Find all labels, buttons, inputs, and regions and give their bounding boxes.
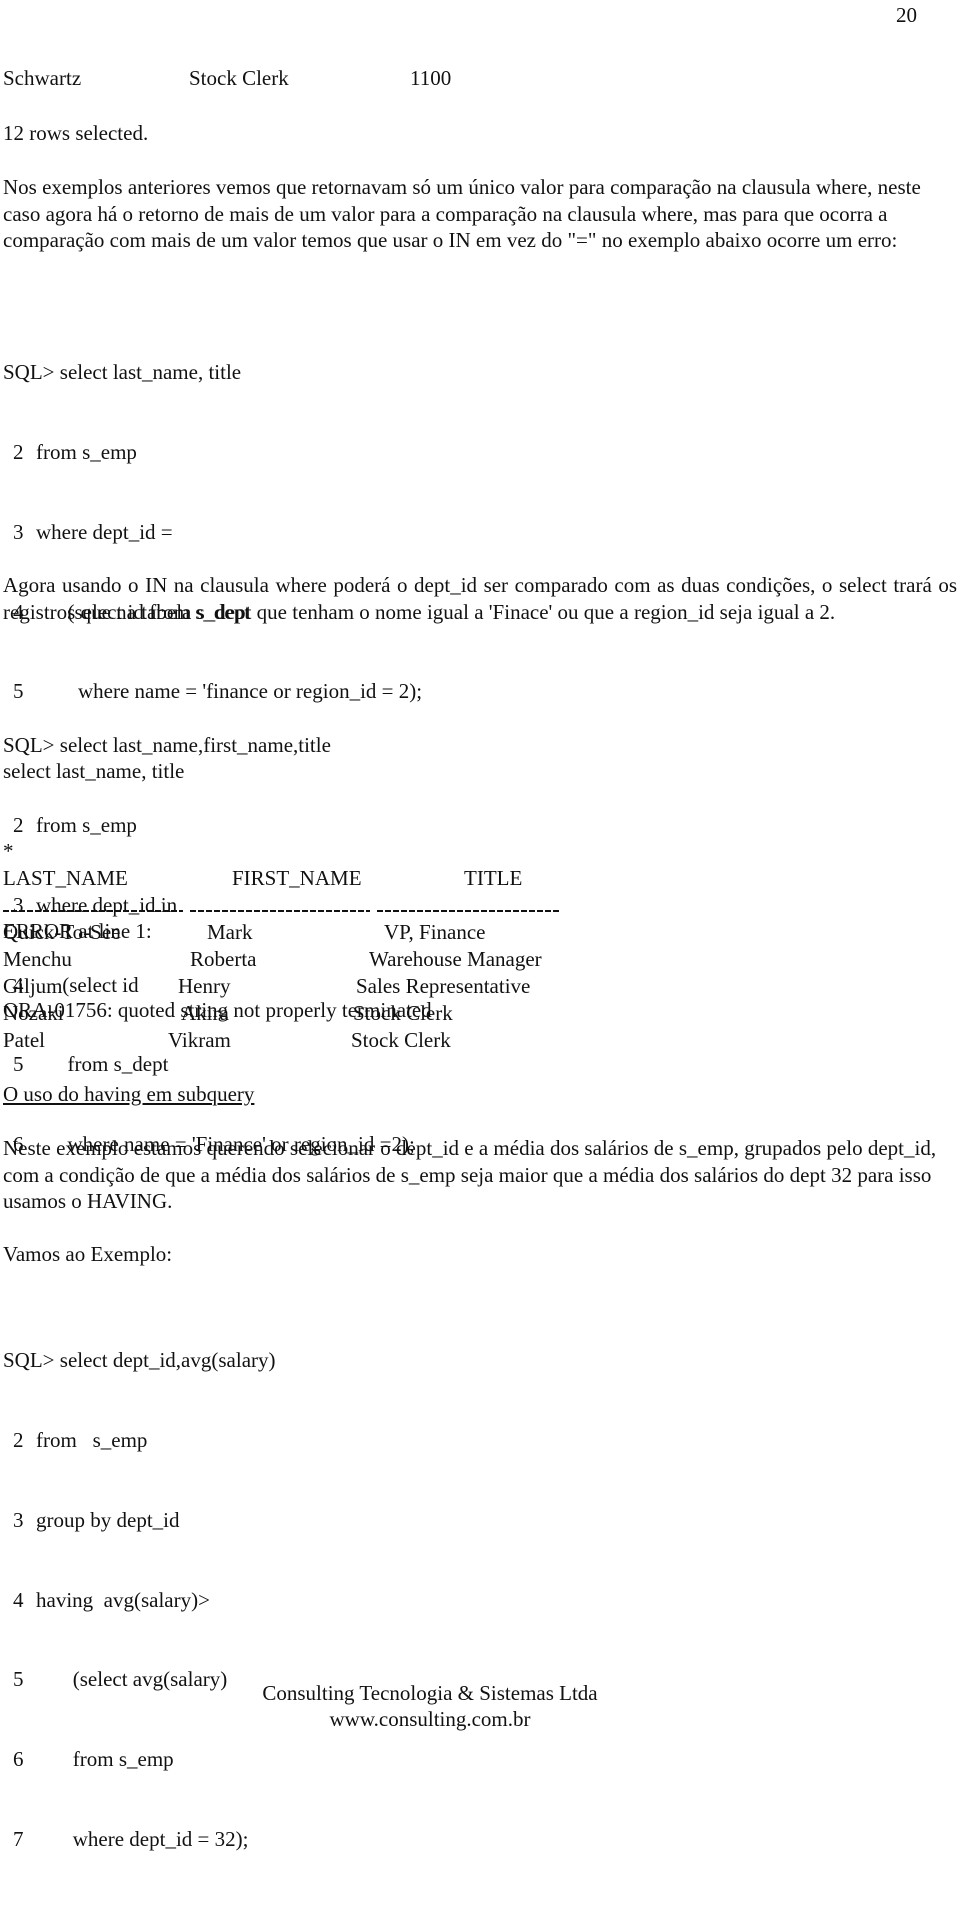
table-separator bbox=[0, 910, 620, 912]
rows-selected-text: 12 rows selected. bbox=[3, 121, 149, 145]
cell-title: Stock Clerk bbox=[189, 66, 289, 90]
sql-line: 6 from s_emp bbox=[13, 1747, 174, 1772]
sql-line: 2 from s_emp bbox=[13, 1427, 148, 1452]
footer-company: Consulting Tecnologia & Sistemas Ltda bbox=[262, 1681, 598, 1705]
footer: Consulting Tecnologia & Sistemas Ltda ww… bbox=[0, 1680, 860, 1732]
separator-dashes bbox=[190, 910, 370, 912]
footer-website[interactable]: www.consulting.com.br bbox=[0, 1706, 860, 1732]
cell-title: Stock Clerk bbox=[351, 1028, 451, 1052]
cell-title: Stock Clerk bbox=[353, 1001, 453, 1025]
cell-last-name: Schwartz bbox=[3, 66, 82, 90]
sql-line: 4 having avg(salary)> bbox=[13, 1587, 210, 1612]
sql-line: 3 where dept_id in bbox=[13, 892, 178, 917]
cell-title: Warehouse Manager bbox=[369, 947, 542, 971]
cell-last-name: Patel bbox=[3, 1028, 45, 1052]
cell-last-name: Quick-To-See bbox=[3, 920, 121, 944]
having-paragraph: Neste exemplo estamos querendo seleciona… bbox=[3, 1136, 937, 1213]
cell-first-name: Vikram bbox=[168, 1028, 231, 1052]
cell-last-name: Menchu bbox=[3, 947, 72, 971]
sql-line: 2 from s_emp bbox=[13, 812, 137, 837]
cell-first-name: Roberta bbox=[190, 947, 257, 971]
section-heading-having: O uso do having em subquery bbox=[3, 1082, 255, 1106]
sql-line: 7 where dept_id = 32); bbox=[13, 1826, 249, 1851]
column-header: TITLE bbox=[464, 866, 523, 890]
sql-line: 5 from s_dept bbox=[13, 1052, 169, 1077]
cell-last-name: Nozaki bbox=[3, 1001, 64, 1025]
cell-first-name: Akira bbox=[181, 1001, 229, 1025]
sql-line: 3 where dept_id = bbox=[13, 519, 173, 544]
sql-prompt-line: SQL> select dept_id,avg(salary) bbox=[3, 1348, 276, 1373]
page-number: 20 bbox=[896, 3, 917, 27]
sql-prompt-line: SQL> select last_name,first_name,title bbox=[3, 733, 331, 758]
intro-paragraph: Nos exemplos anteriores vemos que retorn… bbox=[3, 175, 921, 252]
column-header: LAST_NAME bbox=[3, 866, 128, 890]
sql-line: 2 from s_emp bbox=[13, 439, 137, 464]
example-intro: Vamos ao Exemplo: bbox=[3, 1242, 173, 1266]
sql-having-example: SQL> select dept_id,avg(salary) 2 from s_… bbox=[3, 1294, 276, 1906]
cell-title: VP, Finance bbox=[384, 920, 486, 944]
in-paragraph: Agora usando o IN na clausula where pode… bbox=[3, 573, 957, 624]
sql-prompt-line: SQL> select last_name, title bbox=[3, 360, 242, 385]
separator-dashes bbox=[377, 910, 559, 912]
cell-last-name: Giljum bbox=[3, 974, 63, 998]
cell-title: Sales Representative bbox=[356, 974, 531, 998]
column-header: FIRST_NAME bbox=[232, 866, 362, 890]
cell-salary: 1100 bbox=[410, 66, 452, 90]
separator-dashes bbox=[3, 910, 183, 912]
cell-first-name: Henry bbox=[178, 974, 231, 998]
sql-line: 3 group by dept_id bbox=[13, 1507, 180, 1532]
cell-first-name: Mark bbox=[207, 920, 253, 944]
